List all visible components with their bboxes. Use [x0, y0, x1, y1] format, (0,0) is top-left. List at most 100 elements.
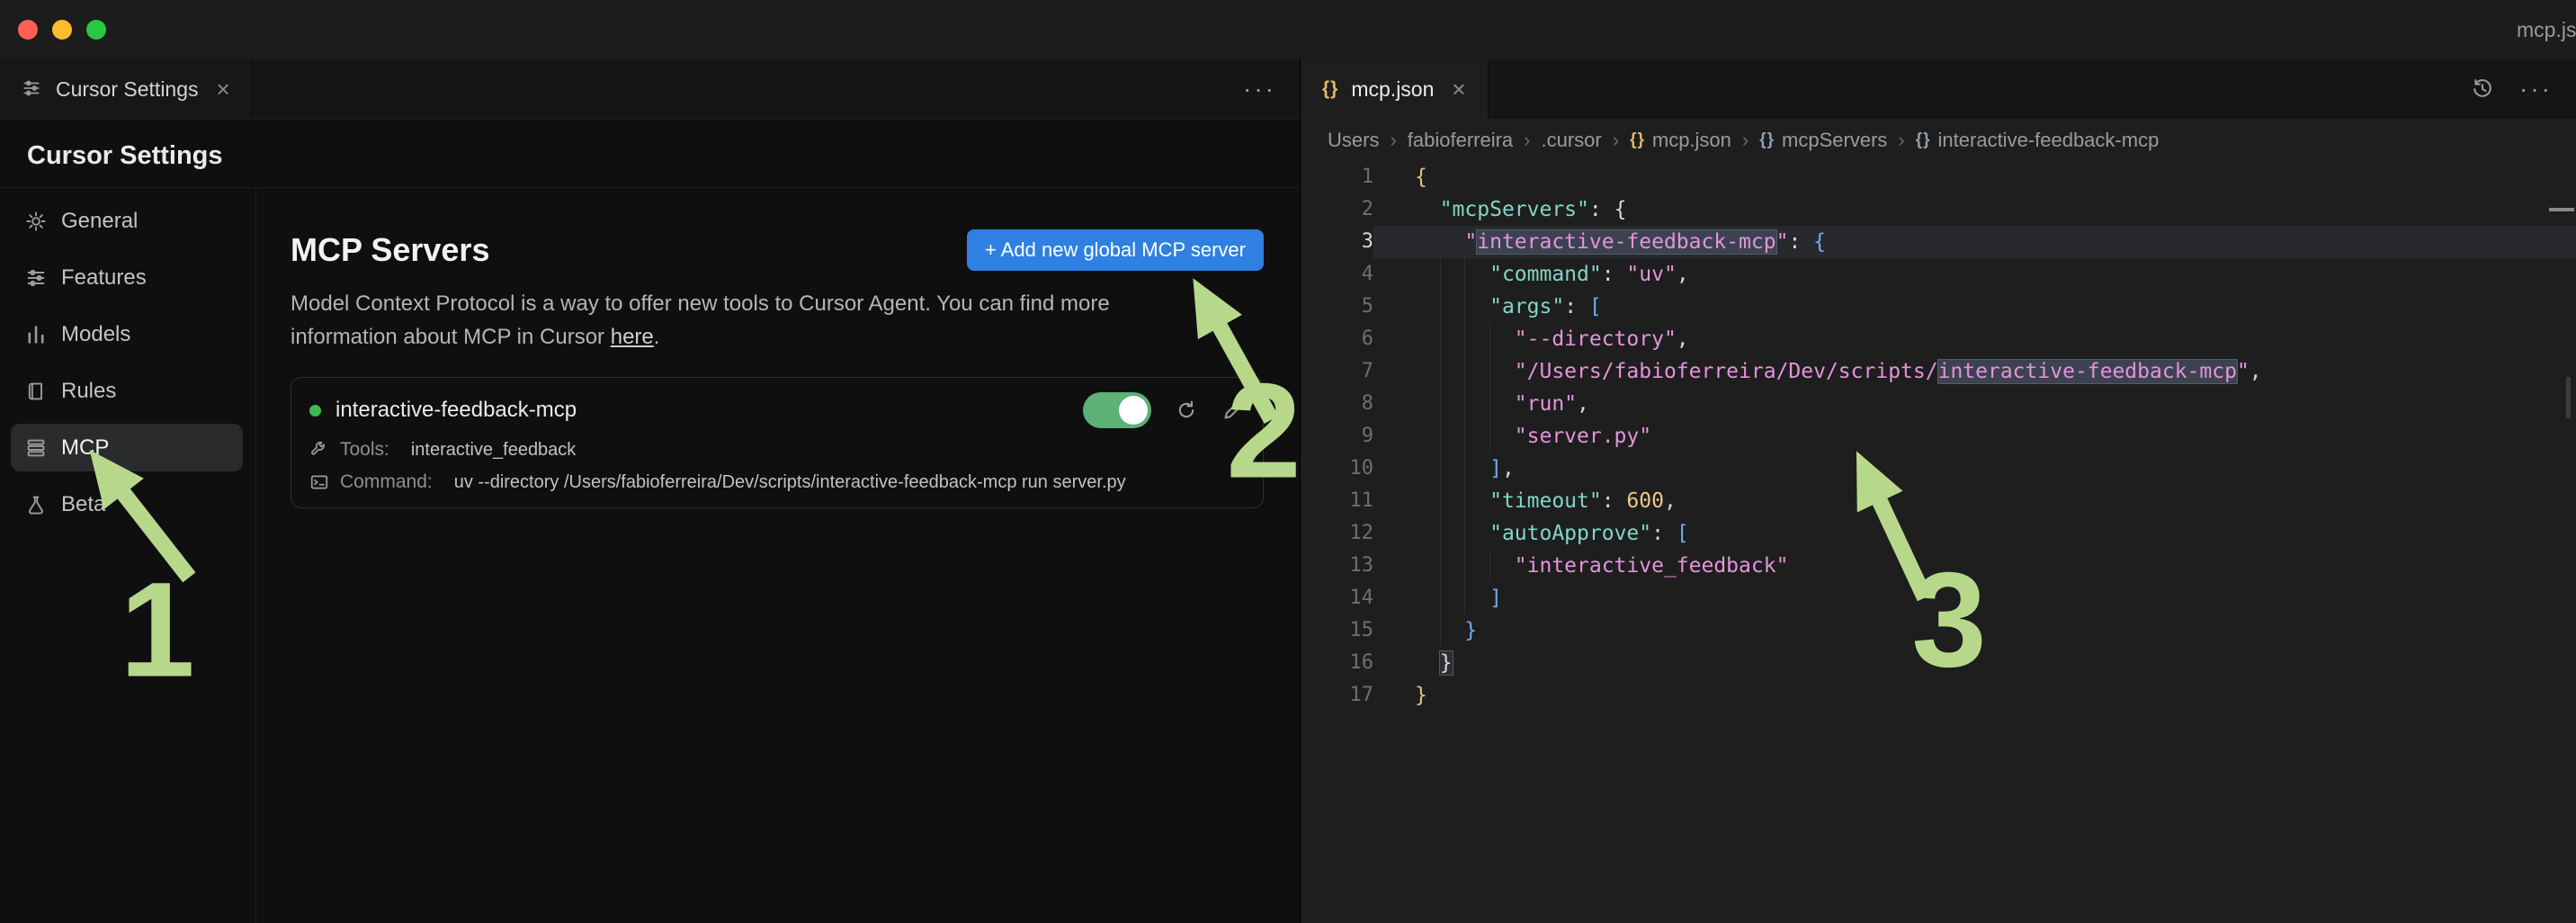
breadcrumb-label: mcpServers — [1782, 129, 1888, 151]
code-line-3[interactable]: 3 "interactive-feedback-mcp": { — [1301, 226, 2576, 258]
json-file-icon: {} — [1630, 130, 1645, 149]
stack-icon — [25, 437, 47, 459]
breadcrumb-item[interactable]: {} mcp.json — [1630, 129, 1731, 152]
tab-mcp-json[interactable]: {} mcp.json × — [1301, 59, 1489, 119]
code-line-16[interactable]: 16 } — [1301, 647, 2576, 679]
code-line-5[interactable]: 5 "args": [ — [1301, 291, 2576, 323]
breadcrumb-item[interactable]: Users — [1328, 129, 1379, 152]
sidebar-item-mcp[interactable]: MCP — [11, 424, 243, 471]
breadcrumb-separator: › — [1390, 129, 1397, 151]
tools-icon — [309, 440, 329, 460]
mcp-server-card: interactive-feedback-mcp Tools: interact… — [291, 377, 1264, 508]
settings-main: MCP Servers + Add new global MCP server … — [256, 188, 1300, 923]
line-number: 2 — [1361, 198, 1373, 220]
sidebar-item-label: MCP — [61, 435, 110, 460]
code-line-8[interactable]: 8 "run", — [1301, 388, 2576, 420]
minimize-button[interactable] — [52, 20, 72, 40]
code-text: "run", — [1514, 392, 1589, 416]
line-number: 7 — [1361, 360, 1373, 382]
code-line-2[interactable]: 2 "mcpServers": { — [1301, 193, 2576, 226]
line-number: 17 — [1349, 684, 1374, 706]
code-text: "command": "uv", — [1489, 263, 1689, 286]
code-line-7[interactable]: 7 "/Users/fabioferreira/Dev/scripts/inte… — [1301, 355, 2576, 388]
close-button[interactable] — [18, 20, 38, 40]
code-line-12[interactable]: 12 "autoApprove": [ — [1301, 517, 2576, 550]
sidebar-item-general[interactable]: General — [11, 197, 243, 245]
sidebar-item-beta[interactable]: Beta — [11, 480, 243, 528]
object-symbol-icon: {} — [1915, 130, 1931, 149]
edit-pencil-icon[interactable] — [1221, 399, 1245, 422]
here-link[interactable]: here — [611, 325, 654, 349]
line-number: 5 — [1361, 295, 1373, 318]
editor-pane: {} mcp.json × ··· Users › fabioferreira › .c… — [1300, 59, 2576, 923]
refresh-icon[interactable] — [1175, 399, 1198, 422]
breadcrumb: Users › fabioferreira › .cursor › {} mcp.json › {… — [1301, 120, 2576, 161]
add-mcp-server-button[interactable]: + Add new global MCP server — [966, 229, 1264, 271]
tab-label: mcp.json — [1351, 76, 1435, 101]
window-title: mcp.json — [2517, 18, 2576, 41]
code-line-6[interactable]: 6 "--directory", — [1301, 323, 2576, 355]
code-line-13[interactable]: 13 "interactive_feedback" — [1301, 550, 2576, 582]
close-tab-icon[interactable]: × — [1452, 76, 1465, 103]
left-tab-bar: Cursor Settings × ··· — [0, 59, 1300, 120]
breadcrumb-label: fabioferreira — [1407, 129, 1514, 151]
server-status-dot — [309, 404, 321, 417]
tab-cursor-settings[interactable]: Cursor Settings × — [0, 59, 253, 119]
breadcrumb-label: .cursor — [1541, 129, 1602, 151]
code-text: ] — [1489, 587, 1502, 610]
code-text: } — [1415, 684, 1427, 707]
code-line-1[interactable]: 1{ — [1301, 161, 2576, 193]
code-lines: 1{2 "mcpServers": {3 "interactive-feedba… — [1301, 161, 2576, 712]
timeline-history-icon[interactable] — [2471, 77, 2494, 101]
settings-header: Cursor Settings — [0, 120, 1300, 188]
code-text: "--directory", — [1514, 327, 1689, 351]
sidebar-item-rules[interactable]: Rules — [11, 367, 243, 415]
breadcrumb-item[interactable]: {} mcpServers — [1759, 129, 1887, 152]
code-text: "interactive-feedback-mcp": { — [1373, 226, 2576, 258]
more-actions-button[interactable]: ··· — [2519, 75, 2553, 103]
line-number: 3 — [1361, 230, 1373, 253]
breadcrumb-label: mcp.json — [1651, 129, 1731, 151]
code-line-4[interactable]: 4 "command": "uv", — [1301, 258, 2576, 291]
code-text: "server.py" — [1514, 425, 1652, 448]
tools-value: interactive_feedback — [410, 439, 577, 460]
line-number: 6 — [1361, 327, 1373, 350]
more-actions-button[interactable]: ··· — [1243, 75, 1276, 103]
code-line-17[interactable]: 17} — [1301, 679, 2576, 712]
scrollbar-thumb[interactable] — [2566, 377, 2571, 418]
breadcrumb-separator: › — [1612, 129, 1620, 151]
object-symbol-icon: {} — [1759, 130, 1775, 149]
line-number: 13 — [1349, 554, 1374, 577]
breadcrumb-item[interactable]: fabioferreira — [1408, 129, 1513, 152]
book-icon — [25, 381, 47, 402]
line-number: 9 — [1361, 425, 1373, 447]
code-line-15[interactable]: 15 } — [1301, 614, 2576, 647]
settings-pane: Cursor Settings × ··· Cursor Settings Ge… — [0, 59, 1300, 923]
tools-label: Tools: — [340, 439, 389, 460]
code-line-10[interactable]: 10 ], — [1301, 453, 2576, 485]
description-period: . — [653, 325, 660, 349]
zoom-button[interactable] — [86, 20, 106, 40]
breadcrumb-label: Users — [1328, 129, 1380, 151]
line-number: 10 — [1349, 457, 1374, 479]
code-line-14[interactable]: 14 ] — [1301, 582, 2576, 614]
sidebar-item-models[interactable]: Models — [11, 310, 243, 358]
workbench: Cursor Settings × ··· Cursor Settings Ge… — [0, 59, 2576, 923]
right-tab-bar: {} mcp.json × ··· — [1301, 59, 2576, 120]
code-line-9[interactable]: 9 "server.py" — [1301, 420, 2576, 453]
code-editor[interactable]: 1{2 "mcpServers": {3 "interactive-feedba… — [1301, 161, 2576, 923]
breadcrumb-label: interactive-feedback-mcp — [1937, 129, 2160, 151]
sidebar-item-features[interactable]: Features — [11, 254, 243, 301]
window-titlebar: mcp.json — [0, 0, 2576, 60]
code-line-11[interactable]: 11 "timeout": 600, — [1301, 485, 2576, 517]
breadcrumb-item[interactable]: .cursor — [1542, 129, 1602, 152]
close-tab-icon[interactable]: × — [217, 76, 230, 103]
breadcrumb-item[interactable]: {} interactive-feedback-mcp — [1916, 129, 2160, 152]
code-text: } — [1438, 650, 1453, 676]
line-number: 12 — [1349, 522, 1374, 544]
line-number: 4 — [1361, 263, 1373, 285]
breadcrumb-separator: › — [1524, 129, 1531, 151]
server-name: interactive-feedback-mcp — [335, 398, 577, 422]
line-number: 15 — [1349, 619, 1374, 641]
server-enabled-toggle[interactable] — [1083, 392, 1151, 428]
